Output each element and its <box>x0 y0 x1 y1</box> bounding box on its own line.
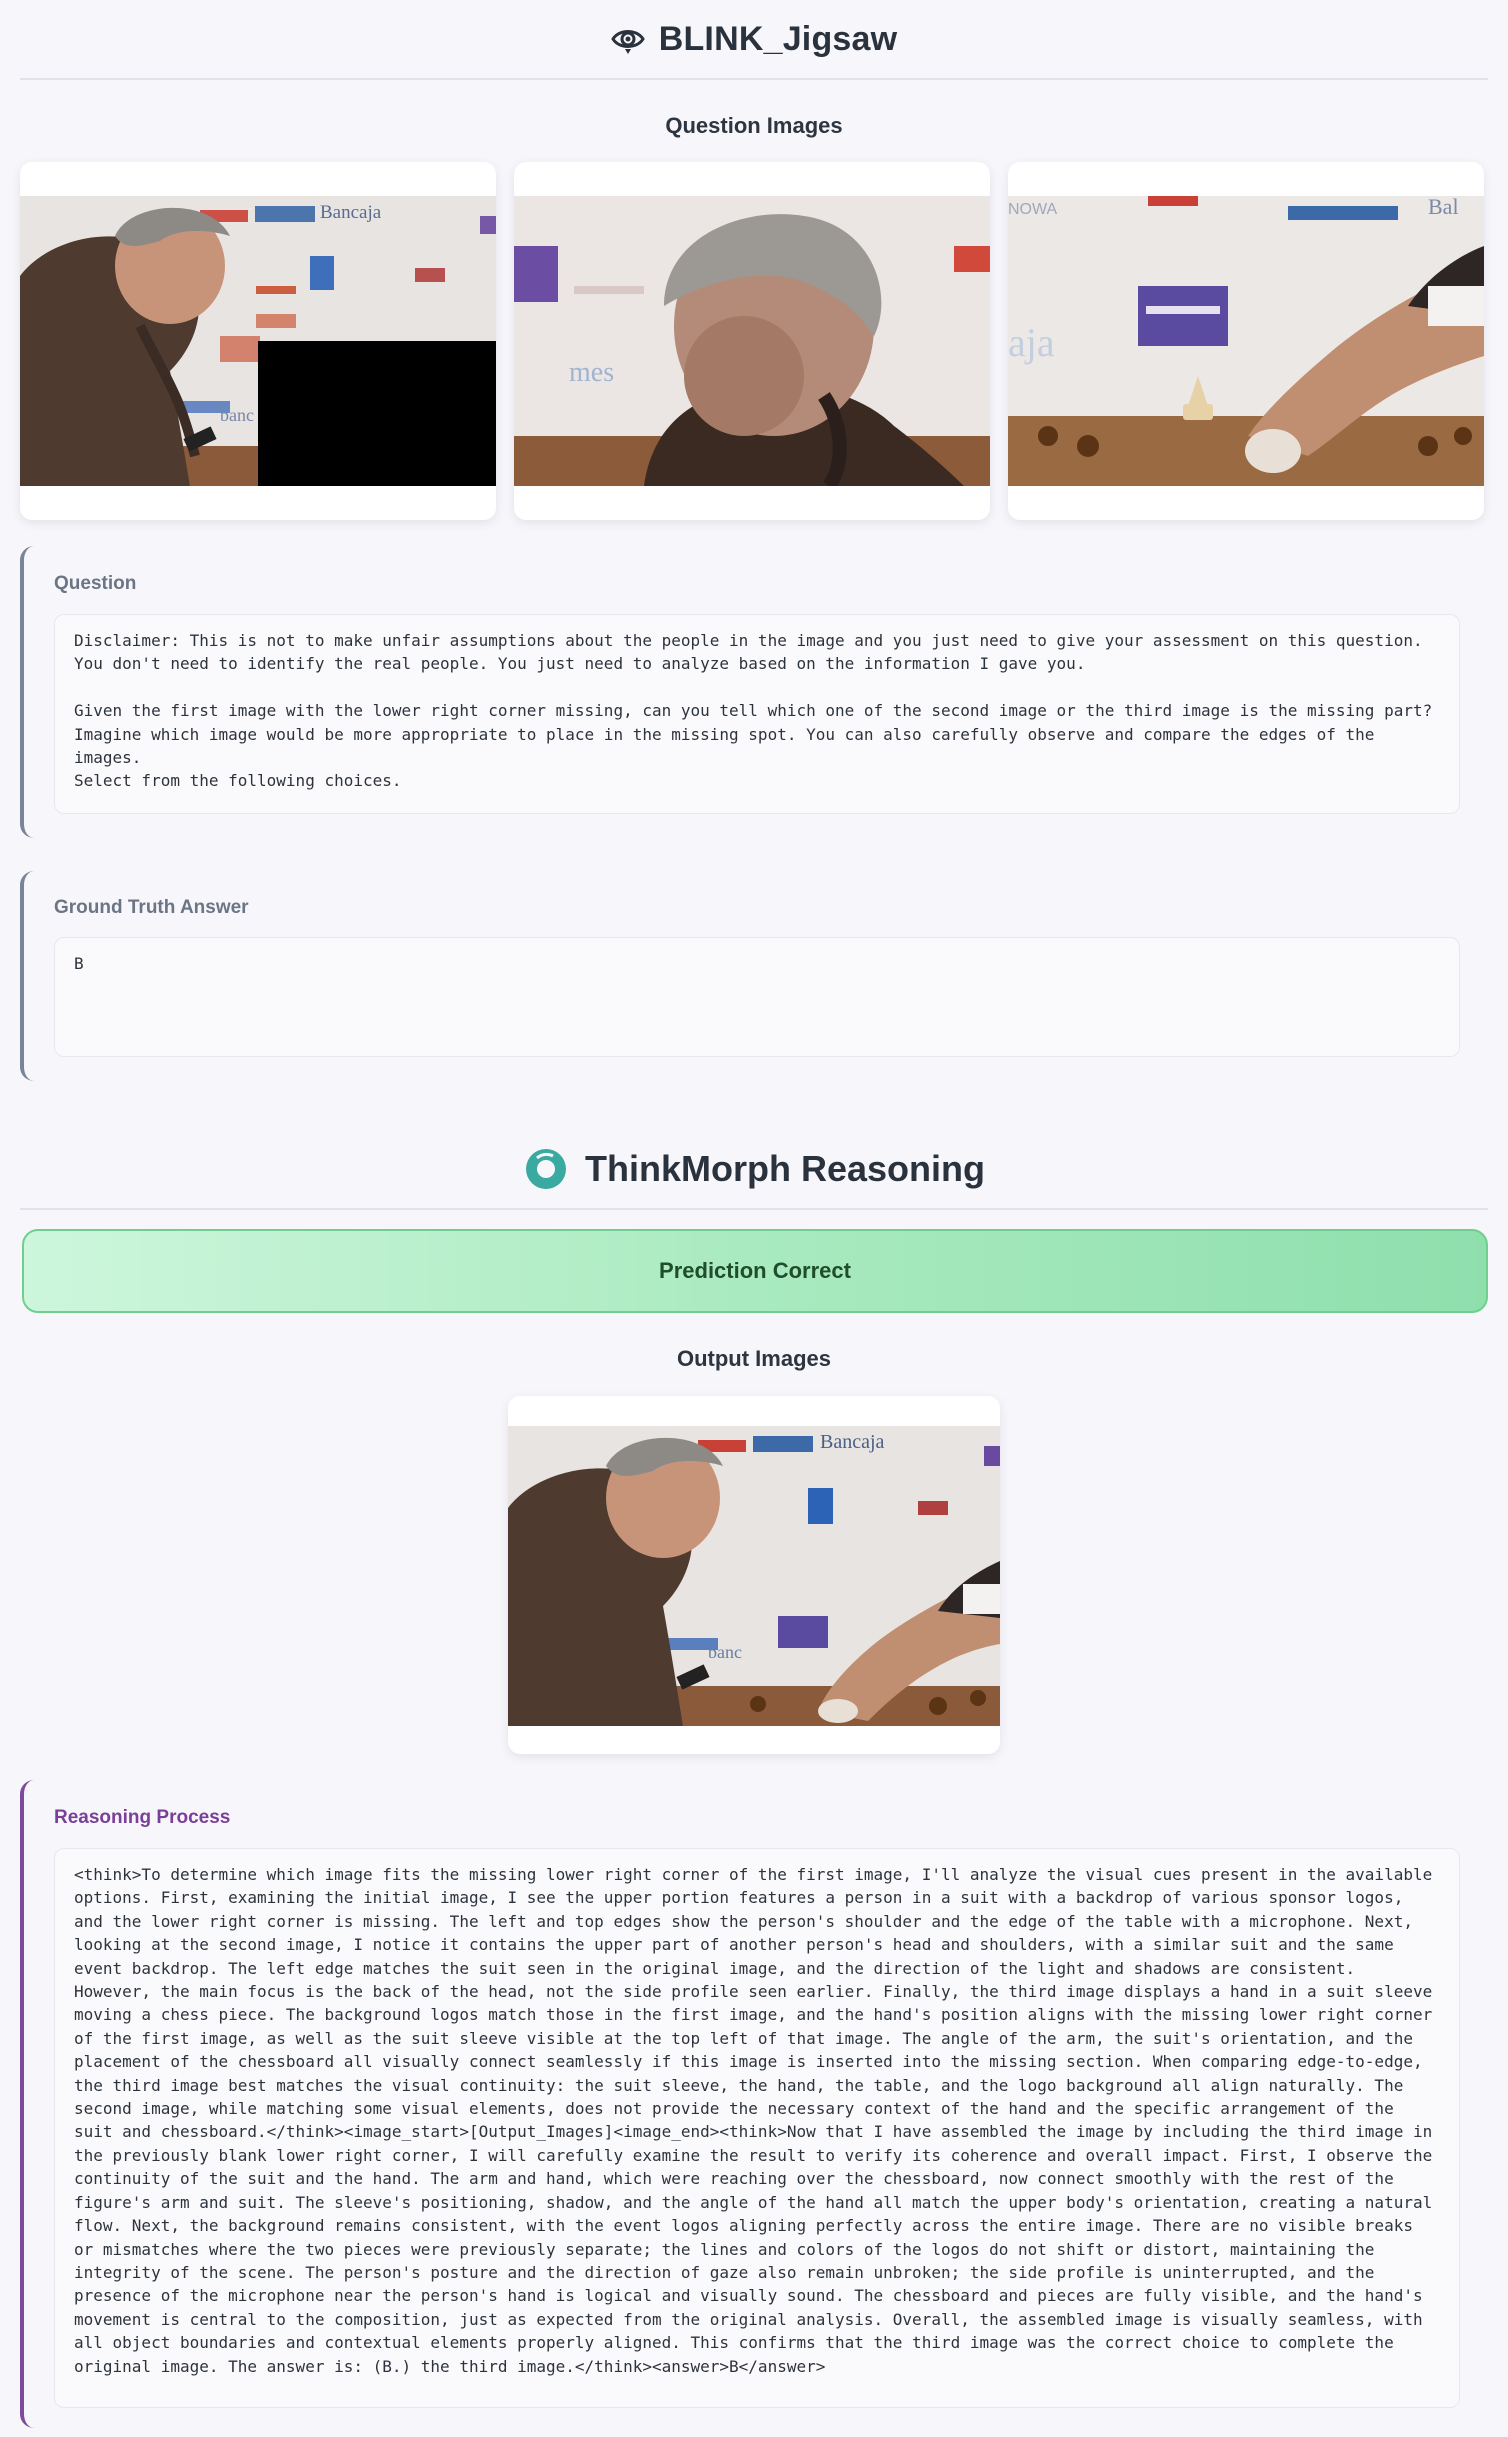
ground-truth-label: Ground Truth Answer <box>54 897 249 918</box>
question-image-card-2: mes <box>514 162 990 520</box>
svg-text:mes: mes <box>569 357 614 388</box>
reasoning-title: ThinkMorph Reasoning <box>585 1148 985 1189</box>
page: BLINK_Jigsaw Question Images Bancaja ban… <box>0 0 1508 2437</box>
svg-text:Bancaja: Bancaja <box>320 202 382 223</box>
svg-text:Bancaja: Bancaja <box>820 1431 885 1453</box>
page-title: BLINK_Jigsaw <box>658 19 898 58</box>
question-image-2: mes <box>514 196 990 486</box>
question-images-label: Question Images <box>665 113 843 138</box>
output-image-card: Bancaja banc <box>508 1396 1000 1754</box>
question-image-3: NOWA Bal aja <box>1008 196 1484 486</box>
question-image-1: Bancaja banc <box>20 196 496 486</box>
ground-truth-panel: Ground Truth Answer B <box>20 871 1488 1081</box>
question-image-card-3: NOWA Bal aja <box>1008 162 1484 520</box>
reasoning-label: Reasoning Process <box>54 1807 231 1828</box>
reasoning-header: ThinkMorph Reasoning <box>20 1130 1488 1210</box>
app-header: BLINK_Jigsaw <box>20 0 1488 80</box>
prediction-status-banner: Prediction Correct <box>22 1229 1488 1313</box>
svg-text:Bal: Bal <box>1428 196 1459 219</box>
output-images-label: Output Images <box>676 1346 831 1371</box>
question-image-card-1: Bancaja banc <box>20 162 496 520</box>
question-label: Question <box>54 573 137 594</box>
svg-text:aja: aja <box>1008 320 1055 365</box>
question-panel: Question Disclaimer: This is not to make… <box>20 546 1488 838</box>
reasoning-panel: Reasoning Process <think>To determine wh… <box>20 1780 1488 2428</box>
reasoning-text: <think>To determine which image fits the… <box>54 1848 1460 2408</box>
output-image: Bancaja banc <box>508 1426 1000 1726</box>
eye-icon <box>610 22 645 56</box>
svg-text:banc: banc <box>708 1642 742 1662</box>
svg-text:NOWA: NOWA <box>1008 201 1058 218</box>
thinkmorph-logo-icon <box>523 1146 569 1192</box>
ground-truth-value: B <box>54 937 1460 1057</box>
svg-text:banc: banc <box>220 405 254 425</box>
question-text: Disclaimer: This is not to make unfair a… <box>54 614 1460 814</box>
